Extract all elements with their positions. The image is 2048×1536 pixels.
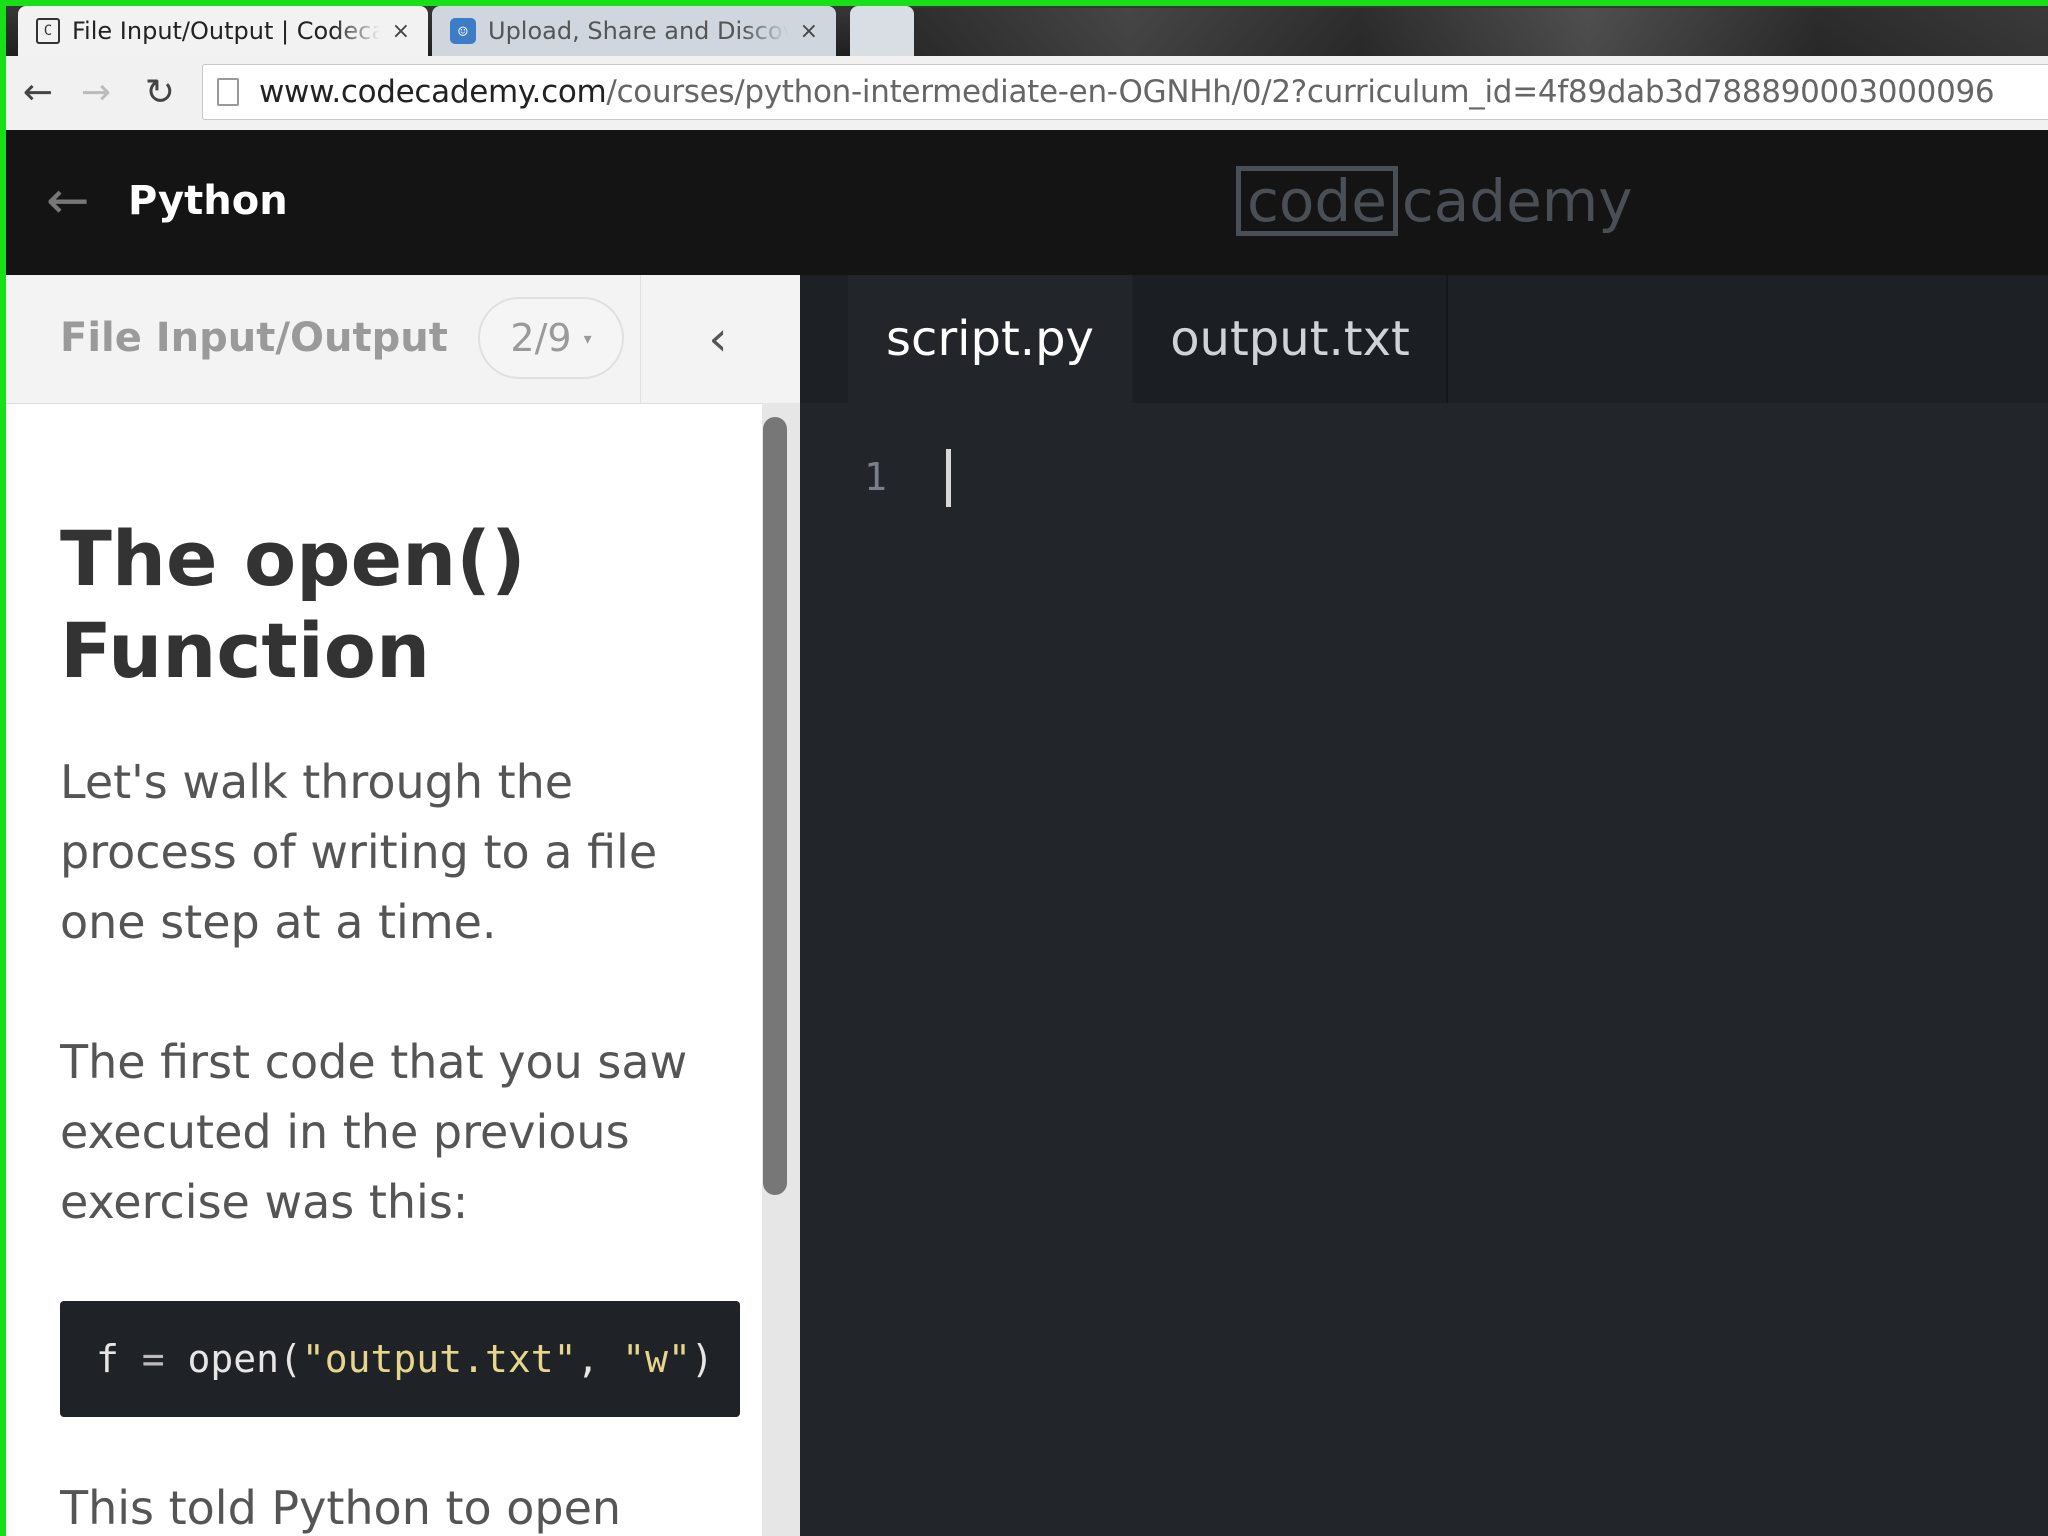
back-to-course-icon[interactable]: ← (46, 175, 102, 227)
browser-tab-codecademy[interactable]: C File Input/Output | Codecademy × (18, 6, 428, 56)
close-tab-icon[interactable]: × (392, 19, 410, 44)
chevron-down-icon: ▾ (583, 328, 592, 348)
code-editor[interactable]: script.py output.txt 1 (800, 275, 2048, 1536)
forward-arrow-icon[interactable]: → (72, 68, 120, 116)
app-header: ← Python code cademy (0, 130, 2048, 275)
unit-title: File Input/Output (60, 315, 448, 361)
lesson-content: The open() Function Let's walk through t… (60, 403, 740, 1536)
tab-output-txt[interactable]: output.txt (1134, 275, 1448, 403)
lesson-paragraph: This told Python to open (60, 1481, 622, 1535)
url-text[interactable]: www.codecademy.com/courses/python-interm… (259, 74, 1995, 110)
tab-title: Upload, Share and Discover (488, 17, 788, 45)
lesson-panel: File Input/Output 2/9 ▾ ‹ The open() Fun… (0, 275, 800, 1536)
upload-site-favicon-icon: ☺ (450, 18, 476, 44)
line-number: 1 (864, 455, 887, 499)
lesson-scrollbar-thumb[interactable] (763, 417, 787, 1195)
lesson-title: The open() Function (60, 514, 526, 695)
lesson-header: File Input/Output 2/9 ▾ ‹ (0, 275, 800, 404)
lesson-paragraph: The first code that you saw executed in … (60, 1035, 688, 1229)
tab-title: File Input/Output | Codecademy (72, 17, 380, 45)
browser-tab-strip: C File Input/Output | Codecademy × ☺ Upl… (0, 0, 2048, 56)
codecademy-logo[interactable]: code cademy (1236, 164, 1633, 238)
exercise-progress-dropdown[interactable]: 2/9 ▾ (478, 297, 624, 379)
browser-toolbar: ← → ↻ www.codecademy.com/courses/python-… (0, 56, 2048, 131)
lesson-paragraph: Let's walk through the process of writin… (60, 755, 658, 949)
close-tab-icon[interactable]: × (800, 19, 818, 44)
editor-tab-bar: script.py output.txt (800, 275, 2048, 403)
browser-tab-upload[interactable]: ☺ Upload, Share and Discover × (432, 6, 836, 56)
code-example: f = open("output.txt", "w") (60, 1301, 740, 1417)
collapse-panel-chevron-icon[interactable]: ‹ (688, 303, 748, 375)
course-title[interactable]: Python (128, 178, 288, 224)
new-tab-button[interactable] (850, 6, 914, 56)
text-cursor (946, 449, 951, 507)
reload-icon[interactable]: ↻ (136, 68, 184, 116)
tab-script-py[interactable]: script.py (848, 275, 1132, 403)
address-bar[interactable]: www.codecademy.com/courses/python-interm… (202, 64, 2048, 120)
page-icon (217, 78, 239, 106)
back-arrow-icon[interactable]: ← (14, 68, 62, 116)
codecademy-favicon-icon: C (36, 18, 60, 44)
